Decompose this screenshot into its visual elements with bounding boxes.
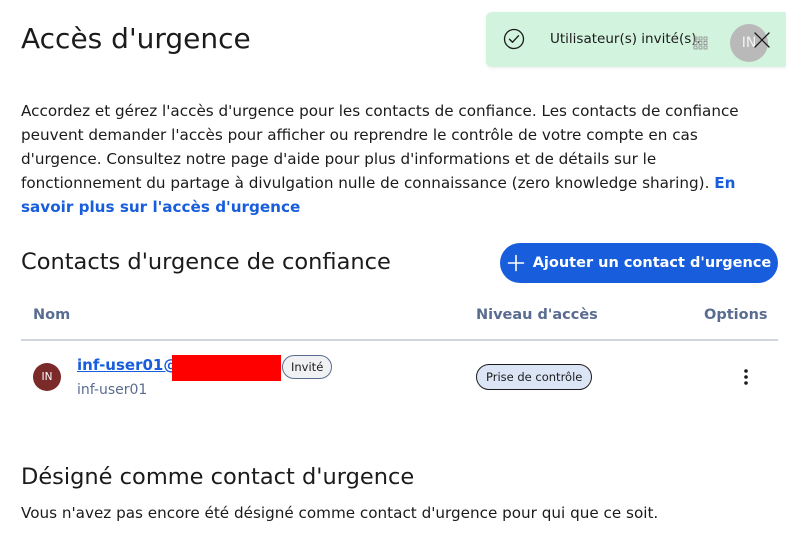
intro-body: Accordez et gérez l'accès d'urgence pour… — [21, 102, 739, 192]
close-icon — [754, 32, 770, 48]
contact-username: inf-user01 — [77, 382, 148, 398]
add-emergency-contact-button[interactable]: Ajouter un contact d'urgence — [500, 243, 778, 283]
column-header-options: Options — [704, 307, 768, 323]
intro-text: Accordez et gérez l'accès d'urgence pour… — [21, 99, 781, 219]
toast-message: Utilisateur(s) invité(s). — [550, 31, 701, 47]
success-toast: Utilisateur(s) invité(s). IN — [486, 12, 786, 67]
designated-contact-title: Désigné comme contact d'urgence — [21, 464, 415, 490]
add-emergency-contact-label: Ajouter un contact d'urgence — [532, 255, 772, 271]
drag-grip-icon — [693, 36, 708, 50]
check-circle-icon — [503, 28, 525, 50]
row-options-button[interactable] — [733, 364, 759, 390]
designated-empty-text: Vous n'avez pas encore été désigné comme… — [21, 504, 659, 522]
access-level-badge: Prise de contrôle — [476, 364, 593, 390]
column-header-access-level: Niveau d'accès — [476, 307, 598, 323]
column-header-name: Nom — [33, 307, 71, 323]
status-badge: Invité — [282, 355, 333, 379]
avatar: IN — [33, 363, 61, 391]
kebab-menu-icon — [744, 369, 748, 385]
table-row: IN inf-user01@ Invité inf-user01 Prise d… — [21, 342, 778, 414]
page-title: Accès d'urgence — [21, 22, 251, 55]
toast-close-button[interactable] — [752, 30, 772, 50]
plus-icon — [507, 254, 525, 272]
table-header-divider — [21, 339, 778, 341]
trusted-contacts-title: Contacts d'urgence de confiance — [21, 249, 391, 275]
contact-email-link[interactable]: inf-user01@ — [77, 356, 178, 374]
redacted-email-domain — [172, 355, 281, 381]
